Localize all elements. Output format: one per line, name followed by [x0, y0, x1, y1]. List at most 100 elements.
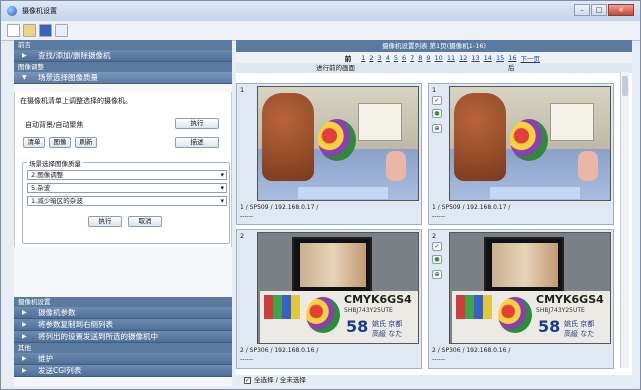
status-ok-icon: ● [432, 109, 442, 118]
cell-caption: 2 / SP306 / 192.168.0.16 / [432, 347, 511, 354]
cell-caption-2: ------ [240, 356, 253, 363]
camera-cell[interactable]: 1 ✓ ● ⊕ 1 / SP509 / 192.168.0.17 / -----… [428, 83, 614, 225]
flower-bouquet [510, 119, 548, 161]
nav-item-copy-params[interactable]: ▶ 将参数复制到右侧列表 [14, 319, 232, 331]
title-bar: 摄像机设置 – □ ✕ [1, 1, 640, 21]
page-link[interactable]: 9 [426, 54, 430, 62]
cell-caption: 1 / SP509 / 192.168.0.17 / [432, 204, 511, 211]
page-prev[interactable]: 前 [345, 53, 352, 63]
minimize-button[interactable]: – [574, 4, 590, 16]
nav-item-camera-params[interactable]: ▶ 摄像机参数 [14, 307, 232, 319]
page-link[interactable]: 13 [471, 54, 479, 62]
page-link[interactable]: 4 [386, 54, 390, 62]
flower-bouquet [318, 119, 356, 161]
cell-caption-2: ------ [240, 213, 253, 220]
cell-caption-2: ------ [432, 356, 445, 363]
checkbox-icon[interactable]: ✓ [432, 242, 442, 251]
teddy-bear [262, 93, 314, 181]
cell-number: 2 [432, 232, 437, 240]
page-link[interactable]: 1 [361, 54, 365, 62]
nav-item-send-settings[interactable]: ▶ 将列出的设置发送到所选的摄像机中 [14, 331, 232, 343]
item-select[interactable]: 5.杂波 [27, 183, 227, 193]
cell-number: 1 [240, 86, 245, 94]
page-link[interactable]: 10 [435, 54, 443, 62]
image-button[interactable]: 图像 [49, 137, 71, 148]
camera-cell[interactable]: 2 ✓ ● ⊕ CMYK6GS4 5HBJ743Y25UTE 58 姚氏 京都 … [428, 229, 614, 369]
scene-group: 场景选择图像质量 2.图像调整 5.杂波 1.减少暗区的杂波 执行 取消 [22, 158, 230, 244]
document-icon[interactable] [55, 24, 68, 37]
scroll-thumb[interactable] [622, 76, 628, 96]
nav-item-maintenance[interactable]: ▶ 维护 [14, 353, 232, 365]
expand-arrow-icon: ▶ [22, 51, 27, 59]
window-title: 摄像机设置 [22, 7, 57, 15]
app-icon [7, 6, 17, 16]
auto-label: 自动背景/自动聚焦 [25, 121, 84, 129]
status-ok-icon: ● [432, 255, 442, 264]
expand-arrow-icon: ▶ [22, 320, 27, 328]
cell-caption: 1 / SP509 / 192.168.0.17 / [240, 204, 319, 211]
execute-button-top[interactable]: 执行 [175, 118, 219, 129]
table-surface [490, 187, 580, 199]
vertical-scrollbar[interactable] [620, 72, 629, 368]
page-link[interactable]: 14 [484, 54, 492, 62]
camera-image [449, 86, 611, 201]
page-link[interactable]: 5 [394, 54, 398, 62]
collapse-arrow-icon: ▼ [22, 73, 27, 81]
category-select[interactable]: 2.图像调整 [27, 170, 227, 180]
page-link[interactable]: 2 [369, 54, 373, 62]
execute-button[interactable]: 执行 [88, 216, 122, 227]
camera-cell[interactable]: 2 CMYK6GS4 5HBJ743Y25UTE 58 姚氏 京都 高級 なた … [236, 229, 422, 369]
page-next[interactable]: 下一页 [521, 53, 541, 63]
chart-text: 5HBJ743Y25UTE [344, 307, 393, 314]
color-patches [456, 295, 492, 319]
column-after: 后 [508, 64, 515, 72]
page-link[interactable]: 11 [447, 54, 455, 62]
page-link[interactable]: 3 [378, 54, 382, 62]
page-link[interactable]: 6 [402, 54, 406, 62]
cell-caption-2: ------ [432, 213, 445, 220]
nav-item-scene-quality[interactable]: ▼ 场景选择图像质量 [14, 72, 232, 84]
section-header-other: 其他 [14, 343, 232, 353]
close-button[interactable]: ✕ [608, 4, 634, 16]
page-link[interactable]: 16 [508, 54, 516, 62]
page-link[interactable]: 8 [418, 54, 422, 62]
maximize-button[interactable]: □ [591, 4, 607, 16]
nav-item-find-camera[interactable]: ▶ 查找/添加/删除摄像机 [14, 50, 232, 62]
section-header-front: 前言 [14, 40, 232, 50]
nav-item-send-cgi[interactable]: ▶ 发送CGI列表 [14, 365, 232, 377]
cmyk-text: CMYK6GS4 [536, 293, 604, 306]
flower-bouquet [306, 297, 340, 333]
zoom-icon[interactable]: ⊕ [432, 124, 442, 133]
select-all-checkbox[interactable]: ✓ [244, 376, 251, 384]
describe-button[interactable]: 描述 [175, 137, 219, 148]
camera-cell[interactable]: 1 1 / SP509 / 192.168.0.17 / ------ [236, 83, 422, 225]
pink-vase [386, 151, 406, 181]
list-header: 摄像机设置列表 第1页(摄像机1-16) [236, 40, 632, 52]
save-icon[interactable] [39, 24, 52, 37]
column-before: 进行前的画面 [316, 64, 355, 72]
pink-vase [578, 151, 598, 181]
page-link[interactable]: 15 [496, 54, 504, 62]
checkbox-icon[interactable]: ✓ [432, 96, 442, 105]
test-chart [358, 103, 402, 141]
camera-image: CMYK6GS4 5HBJ743Y25UTE 58 姚氏 京都 高級 なた [449, 232, 611, 344]
select-all-label[interactable]: 全选择 / 全未选择 [254, 376, 306, 384]
pagination: 前 1 2 3 4 5 6 7 8 9 10 11 12 13 14 15 16… [236, 52, 632, 63]
refresh-button[interactable]: 刷新 [75, 137, 97, 148]
option-select[interactable]: 1.减少暗区的杂波 [27, 196, 227, 206]
photo-frame [484, 237, 564, 293]
camera-list-panel: 摄像机设置列表 第1页(摄像机1-16) 前 1 2 3 4 5 6 7 8 9… [236, 40, 632, 386]
page-link[interactable]: 7 [410, 54, 414, 62]
left-panel-bottom: 摄像机设置 ▶ 摄像机参数 ▶ 将参数复制到右侧列表 ▶ 将列出的设置发送到所选的摄像… [14, 297, 232, 377]
scene-quality-panel: 在摄像机清单上调整选择的摄像机。 自动背景/自动聚焦 执行 清单 图像 刷新 描… [14, 92, 232, 247]
page-link[interactable]: 12 [459, 54, 467, 62]
zoom-icon[interactable]: ⊕ [432, 270, 442, 279]
section-header-image: 图像调整 [14, 62, 232, 72]
clear-button[interactable]: 清单 [23, 137, 45, 148]
framed-photo [492, 243, 558, 287]
new-icon[interactable] [7, 24, 20, 37]
cell-caption: 2 / SP306 / 192.168.0.16 / [240, 347, 319, 354]
open-icon[interactable] [23, 24, 36, 37]
scene-group-legend: 场景选择图像质量 [27, 158, 83, 168]
cancel-button[interactable]: 取消 [128, 216, 162, 227]
